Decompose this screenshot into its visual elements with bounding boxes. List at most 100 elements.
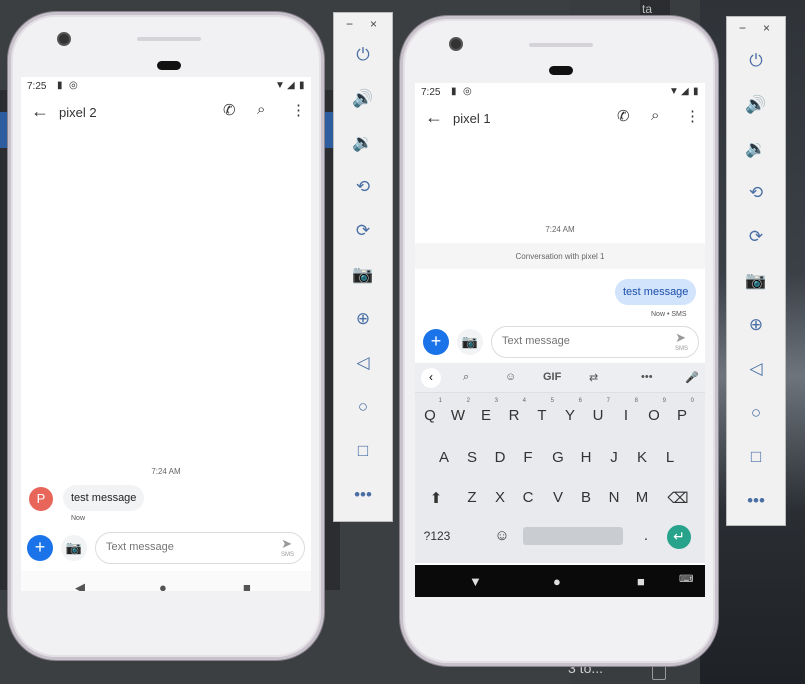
outgoing-message-bubble[interactable]: test message [615,279,697,305]
mic-icon[interactable]: 🎤 [685,371,699,384]
home-icon[interactable]: ○ [727,403,785,423]
message-input[interactable] [106,541,256,553]
key-f[interactable]: F [515,449,541,466]
volume-up-icon[interactable]: 🔊 [727,95,785,115]
key-c[interactable]: C [515,489,541,506]
key-a[interactable]: A [431,449,457,466]
overview-icon[interactable]: □ [334,441,392,461]
collapse-chevron-icon[interactable]: ‹ [421,368,441,388]
nav-home-icon[interactable]: ● [553,574,561,589]
search-icon[interactable]: ⌕ [651,107,659,124]
soft-keyboard: ‹ ⌕ ☺ GIF ⇄ ••• 🎤 Q1 W2 E3 R4 T5 Y6 U7 I… [415,363,705,563]
add-attachment-button[interactable]: + [423,329,449,355]
volume-down-icon[interactable]: 🔉 [334,133,392,153]
status-time: 7:25 [421,87,441,98]
key-n[interactable]: N [601,489,627,506]
compose-box[interactable]: ➤ SMS [491,326,699,358]
key-y[interactable]: Y6 [557,398,583,424]
send-sms-label: SMS [674,346,688,352]
rotate-left-icon[interactable]: ⟲ [334,177,392,197]
volume-down-icon[interactable]: 🔉 [727,139,785,159]
key-o[interactable]: O9 [641,398,667,424]
add-attachment-button[interactable]: + [27,535,53,561]
sticker-icon[interactable]: ☺ [505,371,516,383]
more-vert-icon[interactable]: ⋮ [291,101,306,119]
zoom-icon[interactable]: ⊕ [334,309,392,329]
key-v[interactable]: V [545,489,571,506]
power-icon[interactable]: ⏻ [727,51,785,71]
emoji-icon[interactable]: ☺ [489,527,515,544]
nav-overview-icon[interactable]: ■ [637,574,645,589]
back-arrow-icon[interactable]: ← [31,101,49,122]
key-w[interactable]: W2 [445,398,471,424]
more-vert-icon[interactable]: ⋮ [685,107,700,125]
key-h[interactable]: H [573,449,599,466]
key-j[interactable]: J [601,449,627,466]
send-icon[interactable]: ➤ [281,536,292,552]
rotate-left-icon[interactable]: ⟲ [727,183,785,203]
back-icon[interactable]: ◁ [727,359,785,379]
rotate-right-icon[interactable]: ⟳ [727,227,785,247]
nav-home-icon[interactable]: ● [159,580,167,591]
space-bar[interactable] [523,527,623,545]
key-t[interactable]: T5 [529,398,555,424]
incoming-message-bubble[interactable]: test message [63,485,145,511]
key-i[interactable]: I8 [613,398,639,424]
translate-icon[interactable]: ⇄ [589,371,598,384]
key-x[interactable]: X [487,489,513,506]
rotate-right-icon[interactable]: ⟳ [334,221,392,241]
minimize-icon[interactable]: − [346,17,353,31]
overview-icon[interactable]: □ [727,447,785,467]
camera-gallery-button[interactable]: 📷 [457,329,483,355]
key-g[interactable]: G [545,449,571,466]
back-arrow-icon[interactable]: ← [425,107,443,128]
key-e[interactable]: E3 [473,398,499,424]
sync-icon: ◎ [463,86,472,97]
key-l[interactable]: L [657,449,683,466]
close-icon[interactable]: × [763,21,770,35]
camera-icon[interactable]: 📷 [334,265,392,285]
more-icon[interactable]: ••• [334,485,392,505]
key-d[interactable]: D [487,449,513,466]
message-input[interactable] [502,335,652,347]
back-icon[interactable]: ◁ [334,353,392,373]
send-icon[interactable]: ➤ [675,330,686,346]
gif-button[interactable]: GIF [543,371,561,383]
key-z[interactable]: Z [459,489,485,506]
symbols-key[interactable]: ?123 [419,529,455,543]
close-icon[interactable]: × [370,17,377,31]
keyboard-switch-icon[interactable]: ⌨ [679,574,693,585]
period-key[interactable]: . [633,527,659,544]
enter-key[interactable]: ↵ [667,525,691,549]
keyboard-search-icon[interactable]: ⌕ [463,371,469,384]
key-s[interactable]: S [459,449,485,466]
emulator-phone-right: 7:25 ▮ ◎ ▼ ◢ ▮ ← pixel 1 ✆ ⌕ ⋮ 7:24 AM C… [400,16,718,666]
phone-call-icon[interactable]: ✆ [617,107,630,125]
key-r[interactable]: R4 [501,398,527,424]
camera-icon[interactable]: 📷 [727,271,785,291]
search-icon[interactable]: ⌕ [257,101,265,118]
key-p[interactable]: P0 [669,398,695,424]
keyboard-more-icon[interactable]: ••• [641,371,653,383]
phone-call-icon[interactable]: ✆ [223,101,236,119]
more-icon[interactable]: ••• [727,491,785,511]
minimize-icon[interactable]: − [739,21,746,35]
key-b[interactable]: B [573,489,599,506]
home-icon[interactable]: ○ [334,397,392,417]
zoom-icon[interactable]: ⊕ [727,315,785,335]
shift-icon[interactable]: ⬆ [423,489,449,507]
backspace-icon[interactable]: ⌫ [665,489,691,507]
key-m[interactable]: M [629,489,655,506]
nav-overview-icon[interactable]: ■ [243,580,251,591]
key-k[interactable]: K [629,449,655,466]
key-u[interactable]: U7 [585,398,611,424]
compose-box[interactable]: ➤ SMS [95,532,305,564]
power-icon[interactable]: ⏻ [334,45,392,65]
nav-back-icon[interactable]: ▼ [469,574,482,589]
nav-back-icon[interactable]: ◀ [75,580,85,591]
avatar[interactable]: P [29,487,53,511]
volume-up-icon[interactable]: 🔊 [334,89,392,109]
battery-icon: ▮ [693,86,699,97]
camera-gallery-button[interactable]: 📷 [61,535,87,561]
key-q[interactable]: Q1 [417,398,443,424]
